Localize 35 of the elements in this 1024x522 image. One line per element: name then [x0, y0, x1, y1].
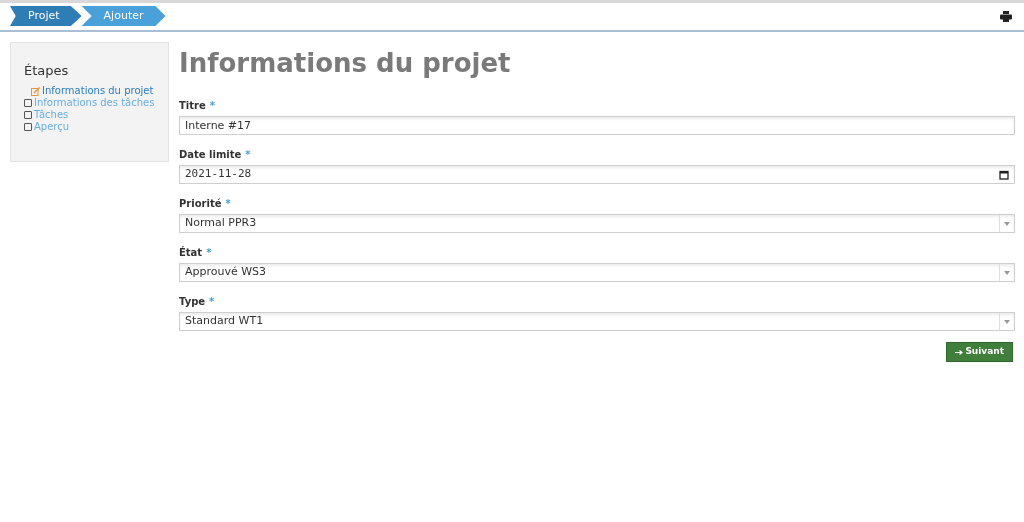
field-label: Date limite: [179, 148, 242, 162]
field-label: État: [179, 245, 203, 260]
field-label: Type: [179, 295, 206, 309]
required-mark: *: [245, 148, 251, 162]
sidebar-title: Étapes: [24, 62, 70, 80]
required-mark: *: [206, 246, 212, 260]
checkbox-icon: [24, 98, 32, 107]
required-mark: *: [209, 295, 215, 309]
date-value: 2021-11-28: [185, 166, 252, 183]
date-field[interactable]: 2021-11-28: [179, 165, 1015, 184]
select-field[interactable]: Approuvé WS3: [179, 263, 1015, 282]
step-link[interactable]: Informations du projet: [42, 84, 154, 97]
checkbox-icon: [24, 110, 32, 119]
breadcrumb-link[interactable]: Ajouter: [81, 6, 166, 26]
caret-icon: [1004, 221, 1010, 226]
arrow-icon: [955, 349, 964, 355]
field-label: Titre: [179, 99, 206, 113]
caret-icon: [1004, 270, 1010, 275]
calendar-icon[interactable]: [999, 169, 1009, 180]
select-value: Standard WT1: [185, 313, 264, 330]
required-mark: *: [225, 197, 231, 211]
text-field[interactable]: Interne #17: [179, 116, 1015, 135]
edit-icon: [31, 86, 40, 96]
select-value: Approuvé WS3: [185, 264, 267, 281]
required-mark: *: [209, 99, 215, 113]
next-button[interactable]: Suivant: [946, 342, 1013, 362]
field-label: Priorité: [179, 197, 222, 211]
print-icon[interactable]: [1000, 10, 1012, 22]
select-value: Normal PPR3: [185, 215, 257, 232]
caret-icon: [1004, 319, 1010, 324]
breadcrumb-link[interactable]: Projet: [10, 6, 82, 26]
select-field[interactable]: Standard WT1: [179, 312, 1015, 331]
checkbox-icon: [24, 122, 32, 131]
select-field[interactable]: Normal PPR3: [179, 214, 1015, 233]
page-heading: Informations du projet: [179, 48, 512, 78]
